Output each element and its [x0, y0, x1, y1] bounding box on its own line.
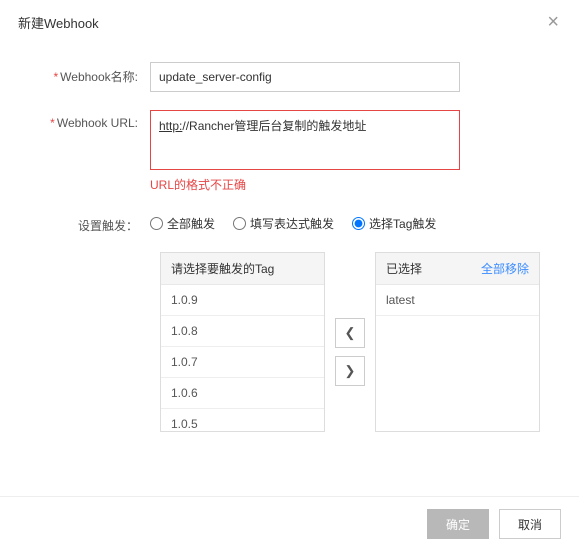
row-webhook-url: *Webhook URL: http://Rancher管理后台复制的触发地址 … — [20, 110, 559, 193]
remove-all-link[interactable]: 全部移除 — [481, 260, 529, 277]
ok-button[interactable]: 确定 — [427, 509, 489, 539]
move-left-button[interactable]: ❮ — [335, 318, 365, 348]
url-error-message: URL的格式不正确 — [150, 176, 559, 193]
move-right-button[interactable]: ❯ — [335, 356, 365, 386]
required-asterisk: * — [54, 70, 59, 84]
list-item[interactable]: latest — [376, 285, 539, 316]
dialog-header: 新建Webhook × — [0, 0, 579, 42]
url-scheme: http: — [159, 119, 182, 133]
cancel-button[interactable]: 取消 — [499, 509, 561, 539]
label-webhook-url: *Webhook URL: — [20, 110, 150, 130]
dialog-title: 新建Webhook — [18, 13, 99, 32]
label-trigger: 设置触发： — [20, 211, 150, 234]
move-buttons: ❮ ❯ — [335, 318, 365, 386]
required-asterisk: * — [50, 116, 55, 130]
chevron-right-icon: ❯ — [345, 363, 356, 379]
list-item[interactable]: 1.0.8 — [161, 316, 324, 347]
close-icon[interactable]: × — [547, 12, 559, 32]
list-item[interactable]: 1.0.9 — [161, 285, 324, 316]
available-tags-list[interactable]: 1.0.91.0.81.0.71.0.61.0.51.0.2 — [161, 285, 324, 432]
webhook-name-input[interactable] — [150, 62, 460, 92]
available-tags-header: 请选择要触发的Tag — [161, 253, 324, 285]
chevron-left-icon: ❮ — [345, 325, 356, 341]
row-webhook-name: *Webhook名称: — [20, 62, 559, 92]
radio-trigger-expr[interactable]: 填写表达式触发 — [233, 215, 334, 232]
selected-tags-box: 已选择 全部移除 latest — [375, 252, 540, 432]
dialog-footer: 确定 取消 — [0, 496, 579, 551]
radio-input-all[interactable] — [150, 217, 163, 230]
trigger-radio-group: 全部触发 填写表达式触发 选择Tag触发 — [150, 211, 559, 232]
form-area: *Webhook名称: *Webhook URL: http://Rancher… — [0, 42, 579, 432]
list-item[interactable]: 1.0.5 — [161, 409, 324, 432]
radio-input-expr[interactable] — [233, 217, 246, 230]
webhook-url-textarea[interactable]: http://Rancher管理后台复制的触发地址 — [150, 110, 460, 170]
list-item[interactable]: 1.0.6 — [161, 378, 324, 409]
available-tags-box: 请选择要触发的Tag 1.0.91.0.81.0.71.0.61.0.51.0.… — [160, 252, 325, 432]
radio-trigger-tag[interactable]: 选择Tag触发 — [352, 215, 436, 232]
tag-selector-area: 请选择要触发的Tag 1.0.91.0.81.0.71.0.61.0.51.0.… — [160, 252, 559, 432]
list-item[interactable]: 1.0.7 — [161, 347, 324, 378]
radio-trigger-all[interactable]: 全部触发 — [150, 215, 215, 232]
selected-tags-list[interactable]: latest — [376, 285, 539, 432]
row-trigger: 设置触发： 全部触发 填写表达式触发 选择Tag触发 — [20, 211, 559, 234]
label-webhook-name: *Webhook名称: — [20, 62, 150, 85]
selected-tags-header: 已选择 全部移除 — [376, 253, 539, 285]
radio-input-tag[interactable] — [352, 217, 365, 230]
